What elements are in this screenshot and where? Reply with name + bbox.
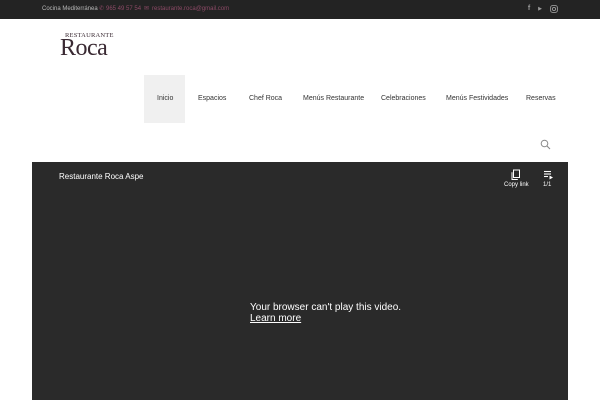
nav-item-chef-roca[interactable]: Chef Roca <box>249 95 282 103</box>
site-logo[interactable]: RESTAURANTE Roca <box>58 32 122 61</box>
logo-big-text: Roca <box>60 35 108 61</box>
nav-item-menus-restaurante[interactable]: Menús Restaurante <box>303 95 364 103</box>
top-bar: Cocina Mediterránea ✆ 965 49 57 54 ✉ res… <box>0 0 600 19</box>
phone-number[interactable]: 965 49 57 54 <box>106 5 141 13</box>
copy-icon[interactable] <box>510 168 522 180</box>
instagram-icon[interactable] <box>549 4 559 14</box>
nav-item-espacios[interactable]: Espacios <box>198 95 226 103</box>
nav-item-inicio[interactable]: Inicio <box>157 95 173 103</box>
video-player[interactable]: Restaurante Roca Aspe Copy link 1/1 Your… <box>32 162 568 400</box>
playlist-count: 1/1 <box>543 182 552 188</box>
nav-item-celebraciones[interactable]: Celebraciones <box>381 95 426 103</box>
facebook-icon[interactable]: f <box>524 4 534 14</box>
search-icon[interactable] <box>540 137 551 150</box>
video-title[interactable]: Restaurante Roca Aspe <box>59 172 144 182</box>
nav-item-reservas[interactable]: Reservas <box>526 95 556 103</box>
copy-link-label[interactable]: Copy link <box>504 181 529 189</box>
tagline: Cocina Mediterránea <box>42 6 98 12</box>
playlist-icon[interactable] <box>542 168 554 180</box>
learn-more-link[interactable]: Learn more <box>250 313 301 325</box>
email-link[interactable]: restaurante.roca@gmail.com <box>152 5 229 13</box>
nav-item-menus-festividades[interactable]: Menús Festividades <box>446 95 508 103</box>
youtube-icon[interactable]: ▶ <box>535 4 545 14</box>
envelope-icon: ✉ <box>144 6 150 12</box>
phone-icon: ✆ <box>99 6 105 12</box>
